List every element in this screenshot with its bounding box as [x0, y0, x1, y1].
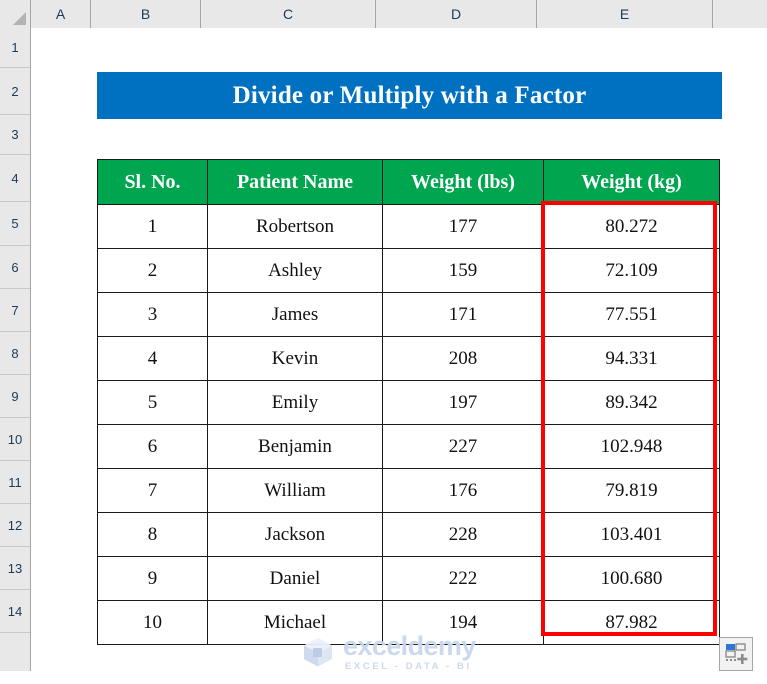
cell-weight-kg[interactable]: 89.342 — [543, 380, 720, 425]
cell-sl-no[interactable]: 7 — [97, 468, 208, 513]
cell-patient[interactable]: Benjamin — [207, 424, 383, 469]
cell-sl-no[interactable]: 1 — [97, 204, 208, 249]
cell-weight-lbs[interactable]: 228 — [382, 512, 544, 557]
row-header-3[interactable]: 3 — [0, 115, 30, 155]
cell-patient[interactable]: Jackson — [207, 512, 383, 557]
row-header-8[interactable]: 8 — [0, 332, 30, 375]
cell-weight-lbs[interactable]: 159 — [382, 248, 544, 293]
cell-weight-kg[interactable]: 102.948 — [543, 424, 720, 469]
watermark-text: exceldemy EXCEL - DATA - BI — [343, 633, 476, 672]
row-header-7[interactable]: 7 — [0, 289, 30, 332]
cell-weight-lbs[interactable]: 222 — [382, 556, 544, 601]
cell-weight-kg[interactable]: 79.819 — [543, 468, 720, 513]
column-header-weight-kg: Weight (kg) — [543, 159, 720, 205]
cell-weight-lbs[interactable]: 176 — [382, 468, 544, 513]
table-row[interactable]: 3 James 171 77.551 — [97, 292, 720, 337]
column-header-e[interactable]: E — [537, 0, 713, 28]
cell-weight-kg[interactable]: 87.982 — [543, 600, 720, 645]
cell-weight-kg[interactable]: 80.272 — [543, 204, 720, 249]
table-body: 1 Robertson 177 80.272 2 Ashley 159 72.1… — [97, 204, 720, 645]
table-row[interactable]: 5 Emily 197 89.342 — [97, 380, 720, 425]
row-header-15[interactable] — [0, 633, 30, 671]
cell-sl-no[interactable]: 10 — [97, 600, 208, 645]
cell-weight-lbs[interactable]: 177 — [382, 204, 544, 249]
cell-patient[interactable]: Kevin — [207, 336, 383, 381]
select-all-corner-button[interactable] — [0, 0, 31, 28]
cell-weight-kg[interactable]: 72.109 — [543, 248, 720, 293]
table-row[interactable]: 2 Ashley 159 72.109 — [97, 248, 720, 293]
column-header-f[interactable] — [713, 0, 767, 28]
cell-patient[interactable]: Emily — [207, 380, 383, 425]
page-title: Divide or Multiply with a Factor — [232, 81, 587, 109]
table-row[interactable]: 1 Robertson 177 80.272 — [97, 204, 720, 249]
cell-patient[interactable]: Ashley — [207, 248, 383, 293]
table-row[interactable]: 9 Daniel 222 100.680 — [97, 556, 720, 601]
cell-weight-lbs[interactable]: 197 — [382, 380, 544, 425]
cell-weight-lbs[interactable]: 227 — [382, 424, 544, 469]
spreadsheet-window: A B C D E 1 2 3 4 5 6 7 8 9 10 11 12 13 … — [0, 0, 767, 684]
cell-sl-no[interactable]: 8 — [97, 512, 208, 557]
row-header-5[interactable]: 5 — [0, 202, 30, 246]
cell-sl-no[interactable]: 2 — [97, 248, 208, 293]
row-header-2[interactable]: 2 — [0, 68, 30, 115]
cell-weight-lbs[interactable]: 171 — [382, 292, 544, 337]
cell-sl-no[interactable]: 4 — [97, 336, 208, 381]
data-table: Sl. No. Patient Name Weight (lbs) Weight… — [97, 159, 720, 645]
column-header-b[interactable]: B — [91, 0, 201, 28]
column-header-d[interactable]: D — [376, 0, 537, 28]
cell-patient[interactable]: Robertson — [207, 204, 383, 249]
exceldemy-cube-logo-icon — [304, 638, 332, 667]
watermark: exceldemy EXCEL - DATA - BI — [301, 633, 476, 672]
row-header-9[interactable]: 9 — [0, 375, 30, 418]
table-row[interactable]: 4 Kevin 208 94.331 — [97, 336, 720, 381]
quick-analysis-icon — [725, 643, 748, 664]
column-header-c[interactable]: C — [201, 0, 376, 28]
row-header-column: 1 2 3 4 5 6 7 8 9 10 11 12 13 14 — [0, 28, 31, 671]
cell-weight-kg[interactable]: 103.401 — [543, 512, 720, 557]
row-header-10[interactable]: 10 — [0, 418, 30, 461]
cell-sl-no[interactable]: 9 — [97, 556, 208, 601]
column-header-patient: Patient Name — [207, 159, 383, 205]
title-banner: Divide or Multiply with a Factor — [97, 72, 722, 119]
cell-sl-no[interactable]: 6 — [97, 424, 208, 469]
cell-patient[interactable]: Daniel — [207, 556, 383, 601]
table-row[interactable]: 8 Jackson 228 103.401 — [97, 512, 720, 557]
cell-weight-lbs[interactable]: 208 — [382, 336, 544, 381]
row-header-6[interactable]: 6 — [0, 246, 30, 289]
cell-weight-kg[interactable]: 100.680 — [543, 556, 720, 601]
worksheet-canvas[interactable]: Divide or Multiply with a Factor Sl. No.… — [31, 28, 767, 684]
table-row[interactable]: 6 Benjamin 227 102.948 — [97, 424, 720, 469]
row-header-14[interactable]: 14 — [0, 590, 30, 633]
table-header-row: Sl. No. Patient Name Weight (lbs) Weight… — [97, 159, 720, 205]
cell-sl-no[interactable]: 3 — [97, 292, 208, 337]
watermark-tagline: EXCEL - DATA - BI — [345, 661, 472, 672]
watermark-brand-name: exceldemy — [343, 631, 476, 661]
row-header-13[interactable]: 13 — [0, 547, 30, 590]
column-header-weight-lbs: Weight (lbs) — [382, 159, 544, 205]
select-all-triangle-icon — [13, 12, 26, 25]
row-header-11[interactable]: 11 — [0, 461, 30, 504]
column-header-sl-no: Sl. No. — [97, 159, 208, 205]
cell-sl-no[interactable]: 5 — [97, 380, 208, 425]
row-header-1[interactable]: 1 — [0, 28, 30, 68]
cell-weight-kg[interactable]: 94.331 — [543, 336, 720, 381]
row-header-12[interactable]: 12 — [0, 504, 30, 547]
quick-analysis-button[interactable] — [719, 637, 753, 671]
cell-weight-kg[interactable]: 77.551 — [543, 292, 720, 337]
column-header-row: A B C D E — [0, 0, 767, 28]
column-header-a[interactable]: A — [31, 0, 91, 28]
row-header-4[interactable]: 4 — [0, 155, 30, 202]
table-row[interactable]: 7 William 176 79.819 — [97, 468, 720, 513]
cell-patient[interactable]: James — [207, 292, 383, 337]
cell-patient[interactable]: William — [207, 468, 383, 513]
